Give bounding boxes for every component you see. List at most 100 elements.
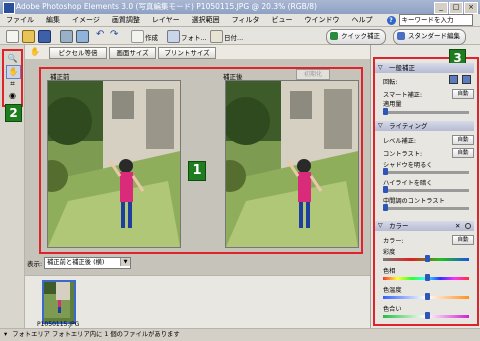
menu-image[interactable]: イメージ: [66, 15, 106, 25]
apply-amount-thumb[interactable]: [383, 108, 388, 115]
close-button[interactable]: ×: [464, 2, 478, 14]
after-image[interactable]: [225, 80, 359, 248]
status-text: フォトエリア フォトエリア内に 1 個のファイルがあります: [12, 331, 180, 338]
tint-label: 色合い: [383, 306, 402, 313]
minimize-button[interactable]: _: [434, 2, 448, 14]
before-photo: [48, 81, 180, 247]
date-view-button[interactable]: 日付...: [224, 32, 243, 42]
menu-select[interactable]: 選択範囲: [186, 15, 226, 25]
chevron-down-icon: ▼: [120, 258, 130, 266]
after-photo: [226, 81, 358, 247]
date-view-icon[interactable]: [210, 30, 223, 43]
tint-slider[interactable]: [383, 312, 469, 319]
quick-fix-palette: 3 ▽ 一般補正 回転: スマート補正: 自動 適用量 ▽ ライティング レベル…: [370, 45, 480, 328]
hue-label: 色相: [383, 268, 396, 275]
collapse-triangle-icon: ▽: [378, 64, 383, 71]
online-print-icon[interactable]: [76, 30, 89, 43]
highlight-slider[interactable]: [383, 186, 469, 193]
crop-tool-icon[interactable]: ⌗: [6, 78, 19, 90]
menu-window[interactable]: ウインドウ: [299, 15, 346, 25]
app-icon: [3, 2, 15, 14]
general-fix-title: 一般補正: [389, 64, 415, 72]
menu-help[interactable]: ヘルプ: [346, 15, 379, 25]
title-bar: Adobe Photoshop Elements 3.0 (写真編集モード) P…: [0, 0, 480, 14]
menu-enhance[interactable]: 画質調整: [106, 15, 146, 25]
redo-icon[interactable]: ↷: [110, 30, 121, 41]
menu-view[interactable]: ビュー: [266, 15, 299, 25]
maximize-button[interactable]: □: [449, 2, 463, 14]
reset-button[interactable]: 初期化: [296, 69, 330, 80]
saturation-thumb[interactable]: [425, 255, 430, 262]
options-bar: ✋ ピクセル等倍 画面サイズ プリントサイズ: [25, 45, 370, 60]
help-search-input[interactable]: キーワードを入力: [398, 14, 473, 26]
thumbnail-image: [44, 282, 70, 318]
hand-tool-option-icon: ✋: [30, 47, 40, 56]
menu-file[interactable]: ファイル: [0, 15, 40, 25]
photo-browser-icon[interactable]: [167, 30, 180, 43]
rotate-right-icon[interactable]: [462, 75, 471, 84]
image-workspace: 補正前 補正後 初期化 1: [25, 60, 370, 275]
quick-fix-button[interactable]: クイック補正: [326, 29, 386, 45]
hand-tool-icon[interactable]: ✋: [6, 65, 21, 79]
create-icon[interactable]: [131, 30, 144, 43]
status-bar: ▾ フォトエリア フォトエリア内に 1 個のファイルがあります: [0, 328, 480, 341]
menu-layer[interactable]: レイヤー: [146, 15, 186, 25]
photo-bin-toggle-icon[interactable]: ▾: [4, 331, 7, 338]
shortcuts-bar: ↶ ↷ 作成 フォト... 日付... クイック補正 スタンダード編集: [0, 27, 480, 45]
fit-screen-button[interactable]: 画面サイズ: [109, 47, 156, 59]
temperature-slider[interactable]: [383, 293, 469, 300]
close-icon[interactable]: ✕: [455, 222, 460, 230]
print-icon[interactable]: [60, 30, 73, 43]
temperature-thumb[interactable]: [425, 293, 430, 300]
contrast-label: コントラスト:: [383, 151, 423, 158]
before-image[interactable]: [47, 80, 181, 248]
menu-filter[interactable]: フィルタ: [226, 15, 266, 25]
menu-bar: ファイル 編集 イメージ 画質調整 レイヤー 選択範囲 フィルタ ビュー ウイン…: [0, 14, 480, 27]
smart-fix-auto-button[interactable]: 自動: [452, 89, 474, 99]
undo-icon[interactable]: ↶: [96, 30, 107, 41]
view-select[interactable]: 補正前と補正後 (横) ▼: [44, 257, 131, 269]
general-fix-header[interactable]: ▽ 一般補正: [375, 63, 474, 73]
red-eye-tool-icon[interactable]: ◉: [6, 90, 19, 102]
print-size-button[interactable]: プリントサイズ: [158, 47, 216, 59]
photo-thumbnail[interactable]: [42, 280, 76, 324]
levels-auto-button[interactable]: 自動: [452, 135, 474, 145]
zoom-tool-icon[interactable]: 🔍: [6, 53, 19, 65]
help-icon[interactable]: ?: [386, 15, 396, 25]
smart-fix-label: スマート補正:: [383, 92, 423, 99]
thumbnail-filename: P1050115.JPG: [37, 321, 80, 328]
menu-edit[interactable]: 編集: [40, 15, 66, 25]
save-icon[interactable]: [38, 30, 51, 43]
midtone-thumb[interactable]: [383, 204, 388, 211]
temperature-label: 色温度: [383, 287, 402, 294]
shadow-slider[interactable]: [383, 168, 469, 175]
lighting-header[interactable]: ▽ ライティング: [375, 121, 474, 131]
collapse-triangle-icon: ▽: [378, 122, 383, 129]
hue-thumb[interactable]: [425, 274, 430, 281]
view-select-value: 補正前と補正後 (横): [47, 259, 105, 266]
color-auto-button[interactable]: 自動: [452, 235, 474, 245]
apply-amount-slider[interactable]: [383, 108, 469, 115]
actual-pixels-button[interactable]: ピクセル等倍: [49, 47, 107, 59]
standard-edit-icon: [397, 32, 405, 40]
help-search: ? キーワードを入力: [386, 14, 473, 26]
reset-circle-icon[interactable]: [465, 223, 471, 229]
contrast-auto-button[interactable]: 自動: [452, 148, 474, 158]
hue-slider[interactable]: [383, 274, 469, 281]
highlight-thumb[interactable]: [383, 186, 388, 193]
create-button[interactable]: 作成: [145, 32, 158, 42]
rotate-left-icon[interactable]: [449, 75, 458, 84]
midtone-slider[interactable]: [383, 204, 469, 211]
tint-thumb[interactable]: [425, 312, 430, 319]
shadow-label: シャドウを明るく: [383, 162, 433, 169]
lighting-title: ライティング: [389, 122, 428, 130]
photo-browser-button[interactable]: フォト...: [181, 32, 207, 42]
standard-edit-button[interactable]: スタンダード編集: [393, 29, 466, 45]
shadow-thumb[interactable]: [383, 168, 388, 175]
callout-1: 1: [188, 161, 206, 181]
open-folder-icon[interactable]: [22, 30, 35, 43]
new-file-icon[interactable]: [6, 30, 19, 43]
color-label: カラー:: [383, 238, 404, 245]
saturation-slider[interactable]: [383, 255, 469, 262]
levels-label: レベル補正:: [383, 138, 417, 145]
